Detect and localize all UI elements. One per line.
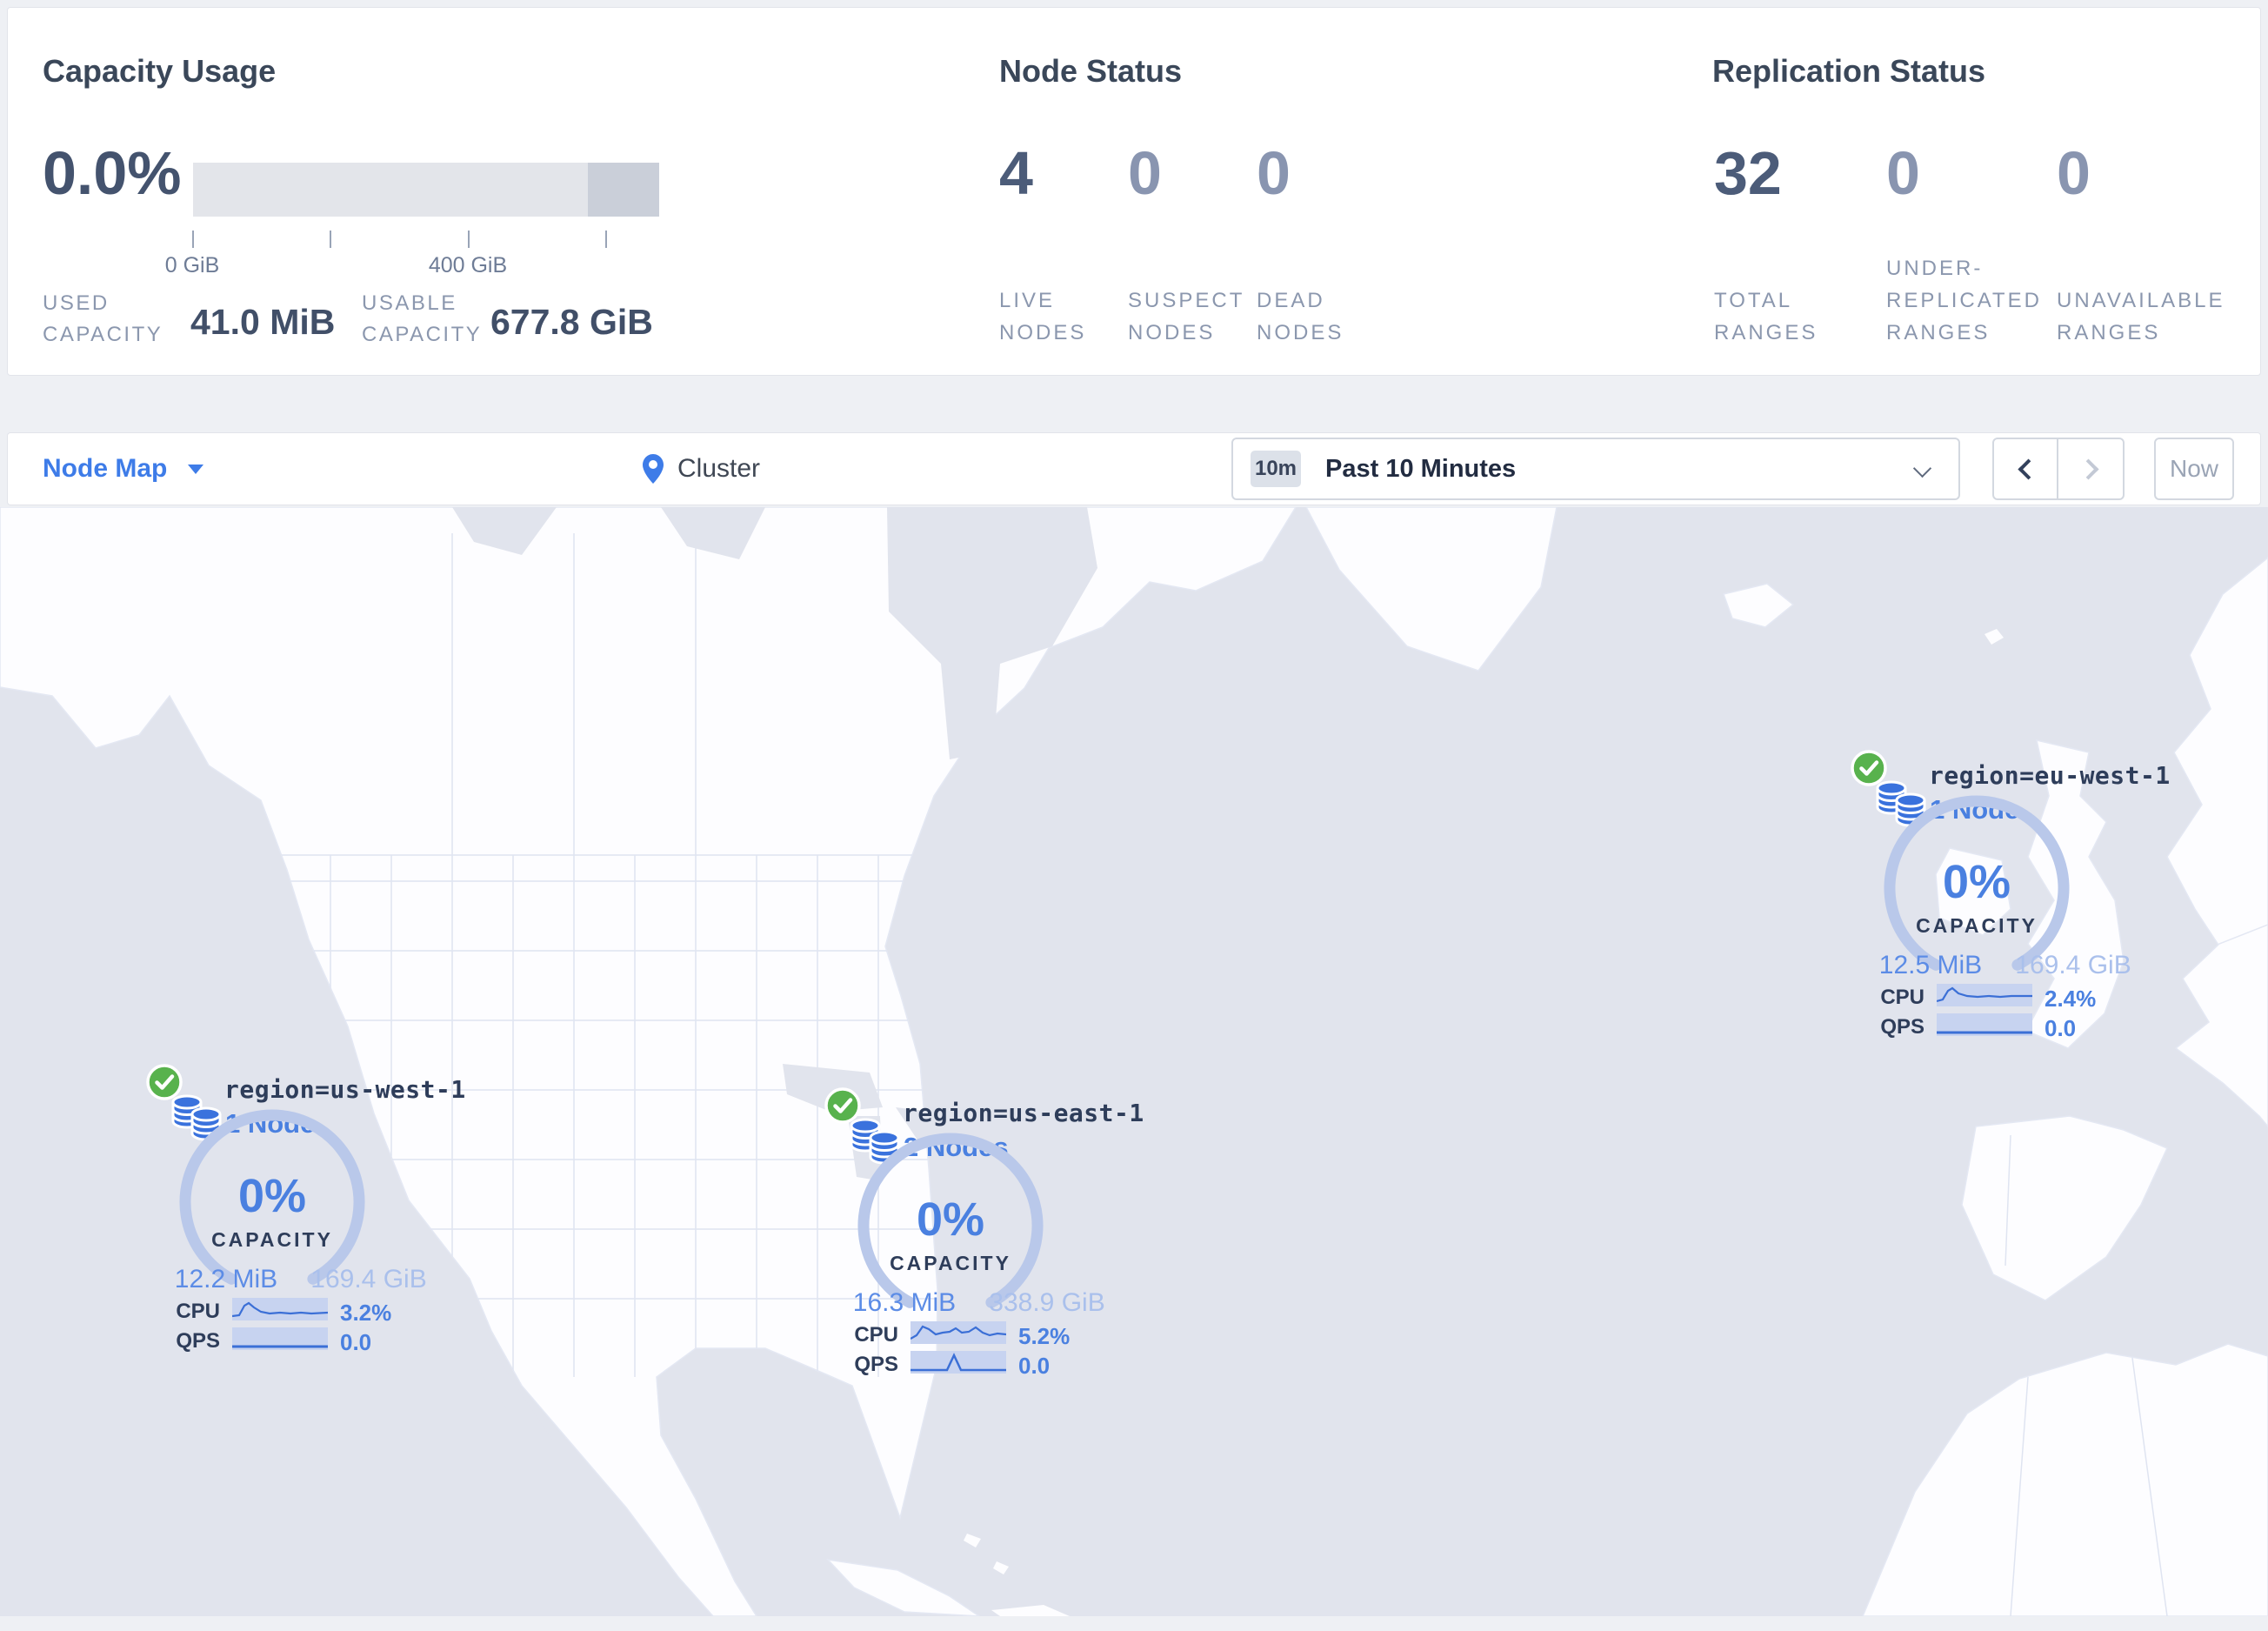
view-selector-label: Node Map — [43, 454, 168, 483]
gauge-capacity-label: CAPACITY — [211, 1228, 333, 1251]
total-ranges-count: 32 — [1714, 139, 1782, 207]
breadcrumb[interactable]: Cluster — [641, 433, 760, 505]
unavailable-count: 0 — [2057, 139, 2091, 207]
capacity-usage-title: Capacity Usage — [43, 53, 277, 89]
usable-capacity-value: 677.8 GiB — [490, 302, 653, 342]
capacity-bar-segment — [588, 163, 659, 217]
time-next-button[interactable] — [2058, 439, 2123, 498]
used-capacity: 12.2 MiB — [174, 1265, 278, 1293]
region-marker-us-east-1[interactable]: region=us-east-1 2 Nodes 0% CAPACITY 16.… — [813, 1086, 1144, 1391]
region-marker-eu-west-1[interactable]: region=eu-west-1 1 Node 0% CAPACITY 12.5… — [1839, 749, 2170, 1053]
cpu-sparkline — [1937, 984, 2032, 1006]
time-range-label: Past 10 Minutes — [1325, 454, 1517, 483]
cpu-sparkline — [232, 1298, 328, 1320]
dead-nodes-count: 0 — [1257, 139, 1291, 207]
region-label: region=eu-west-1 — [1929, 761, 2171, 790]
cpu-value: 3.2% — [340, 1300, 392, 1326]
view-selector-dropdown[interactable]: Node Map — [43, 433, 204, 505]
cpu-value: 5.2% — [1018, 1323, 1071, 1349]
qps-sparkline — [911, 1351, 1006, 1374]
time-range-badge: 10m — [1251, 451, 1301, 487]
location-pin-icon — [643, 454, 664, 484]
live-nodes-count: 4 — [999, 139, 1033, 207]
gauge-capacity-label: CAPACITY — [890, 1252, 1011, 1274]
cpu-label: CPU — [854, 1323, 898, 1347]
chevron-down-icon — [1912, 458, 1932, 478]
capacity-tick-label-min: 0 GiB — [164, 253, 220, 277]
capacity-tick — [330, 231, 331, 248]
qps-value: 0.0 — [2045, 1015, 2077, 1041]
time-prev-button[interactable] — [1994, 439, 2058, 498]
total-ranges-label: TOTAL RANGES — [1714, 289, 1818, 344]
cluster-summary-bar: Capacity Usage 0.0% 0 GiB 400 GiB USED C… — [7, 7, 2261, 376]
live-nodes-label: LIVE NODES — [999, 289, 1087, 344]
now-button[interactable]: Now — [2154, 438, 2234, 500]
total-capacity: 169.4 GiB — [2015, 951, 2131, 979]
cpu-value: 2.4% — [2045, 986, 2097, 1012]
chevron-right-icon — [2077, 458, 2099, 480]
region-label: region=us-west-1 — [224, 1075, 466, 1104]
used-capacity-label: USED CAPACITY — [43, 291, 163, 346]
time-nav-buttons — [1992, 438, 2125, 500]
cpu-label: CPU — [1880, 986, 1924, 1009]
qps-value: 0.0 — [1018, 1353, 1051, 1379]
qps-sparkline — [232, 1327, 328, 1350]
suspect-nodes-label: SUSPECT NODES — [1128, 289, 1245, 344]
usable-capacity-label: USABLE CAPACITY — [362, 291, 483, 346]
used-capacity: 12.5 MiB — [1878, 951, 1983, 979]
used-capacity: 16.3 MiB — [852, 1288, 957, 1317]
breadcrumb-label: Cluster — [677, 454, 761, 483]
replication-status-title: Replication Status — [1712, 53, 1986, 89]
total-capacity: 338.9 GiB — [989, 1288, 1105, 1317]
qps-label: QPS — [176, 1329, 220, 1353]
time-range-selector[interactable]: 10m Past 10 Minutes — [1231, 438, 1960, 500]
qps-value: 0.0 — [340, 1329, 372, 1355]
used-capacity-value: 41.0 MiB — [190, 302, 336, 342]
gauge-percent: 0% — [1942, 856, 2011, 908]
qps-label: QPS — [1880, 1015, 1924, 1039]
capacity-tick — [192, 231, 194, 248]
map-toolbar: Node Map Cluster 10m Past 10 Minutes Now — [7, 432, 2261, 505]
capacity-tick — [468, 231, 470, 248]
under-replicated-label: UNDER- REPLICATED RANGES — [1886, 257, 2042, 344]
under-replicated-count: 0 — [1886, 139, 1920, 207]
qps-label: QPS — [854, 1353, 898, 1376]
gauge-percent: 0% — [237, 1170, 307, 1222]
chevron-down-icon — [188, 464, 204, 474]
cpu-sparkline — [911, 1321, 1006, 1344]
region-marker-us-west-1[interactable]: region=us-west-1 1 Node 0% CAPACITY 12.2… — [135, 1063, 465, 1367]
gauge-capacity-label: CAPACITY — [1916, 914, 2038, 937]
capacity-tick — [605, 231, 607, 248]
dead-nodes-label: DEAD NODES — [1257, 289, 1344, 344]
qps-sparkline — [1937, 1013, 2032, 1036]
node-map[interactable]: region=us-west-1 1 Node 0% CAPACITY 12.2… — [0, 507, 2268, 1616]
region-label: region=us-east-1 — [903, 1099, 1144, 1127]
capacity-bar — [193, 163, 659, 217]
unavailable-label: UNAVAILABLE RANGES — [2057, 289, 2225, 344]
cpu-label: CPU — [176, 1300, 220, 1323]
world-map — [0, 507, 2268, 1616]
capacity-percent: 0.0% — [43, 139, 182, 207]
chevron-left-icon — [2017, 458, 2039, 480]
capacity-tick-label-mid: 400 GiB — [428, 253, 508, 277]
node-status-title: Node Status — [999, 53, 1183, 89]
gauge-percent: 0% — [916, 1193, 985, 1246]
suspect-nodes-count: 0 — [1128, 139, 1162, 207]
total-capacity: 169.4 GiB — [310, 1265, 427, 1293]
